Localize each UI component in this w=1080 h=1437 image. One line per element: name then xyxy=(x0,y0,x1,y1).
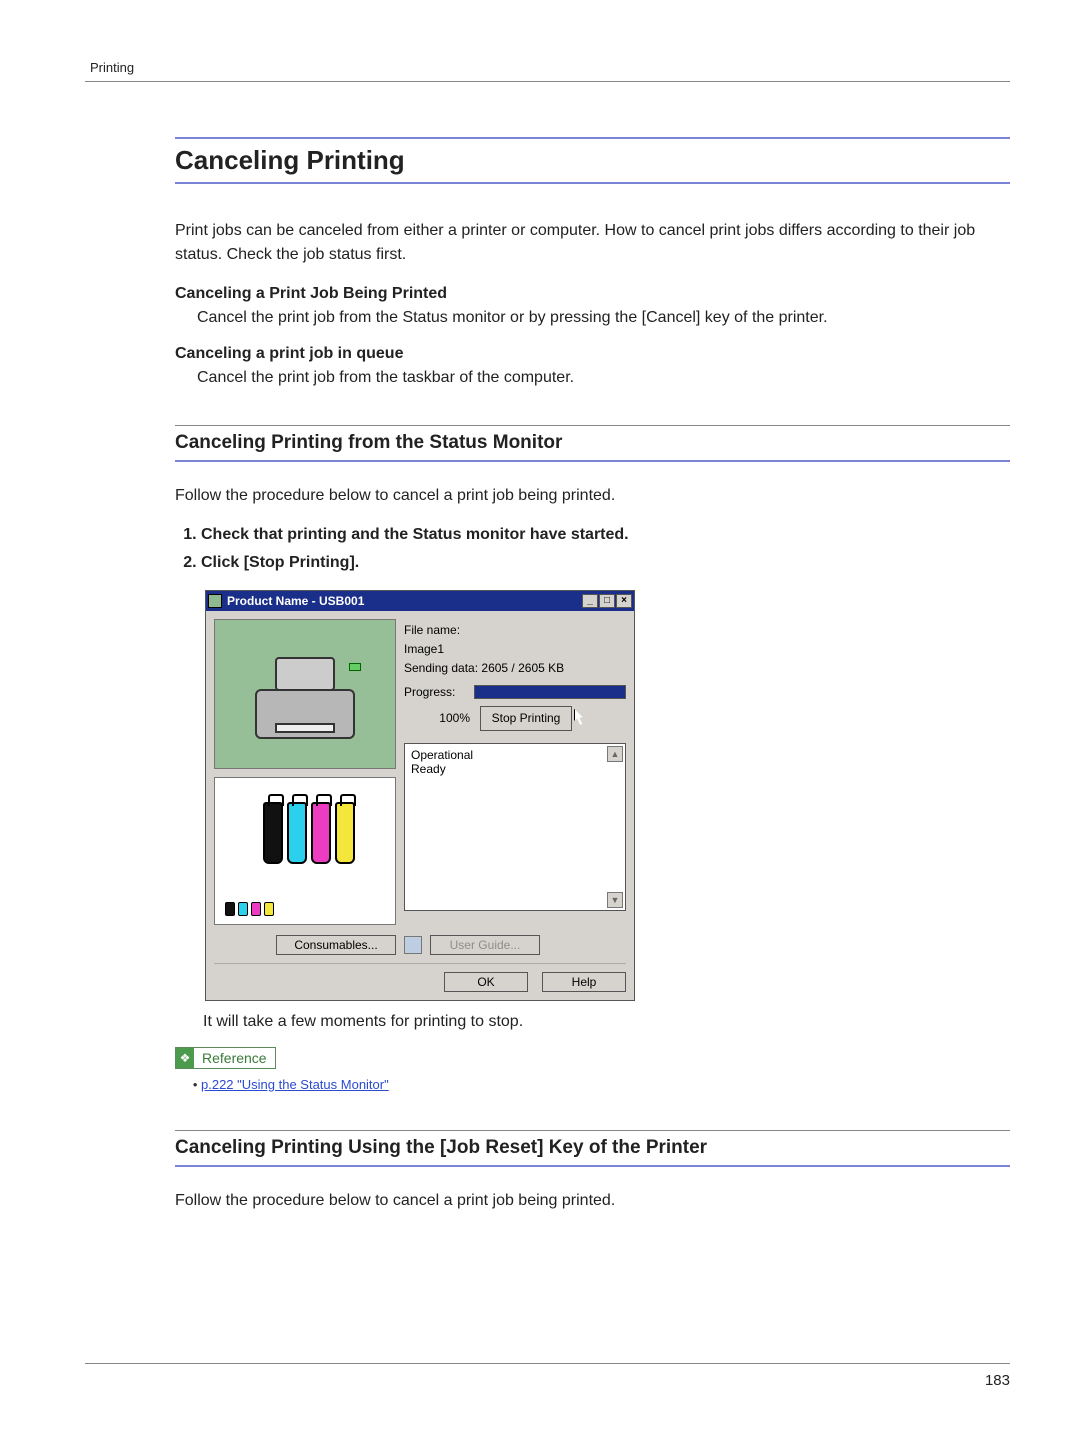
printer-illustration xyxy=(214,619,396,769)
h2-job-reset: Canceling Printing Using the [Job Reset]… xyxy=(175,1130,1010,1167)
help-button[interactable]: Help xyxy=(542,972,626,992)
status-line-1: Operational xyxy=(411,748,619,762)
sm-info-panel: File name: Image1 Sending data: 2605 / 2… xyxy=(404,619,626,733)
reference-label: Reference xyxy=(194,1050,275,1066)
ink-yellow-icon xyxy=(335,802,355,864)
mini-ink-magenta-icon xyxy=(251,902,261,916)
h2b-lead: Follow the procedure below to cancel a p… xyxy=(175,1189,1010,1213)
page-footer: 183 xyxy=(85,1363,1010,1389)
scroll-down-button[interactable]: ▼ xyxy=(607,892,623,908)
post-step-note: It will take a few moments for printing … xyxy=(203,1013,1010,1031)
progress-fill xyxy=(475,686,625,698)
steps-list: Check that printing and the Status monit… xyxy=(175,526,1010,572)
page-number: 183 xyxy=(985,1372,1010,1389)
ink-black-icon xyxy=(263,802,283,864)
maximize-button[interactable]: □ xyxy=(599,594,615,608)
h2a-lead: Follow the procedure below to cancel a p… xyxy=(175,484,1010,508)
subhead-queue: Canceling a print job in queue xyxy=(175,345,1010,363)
reference-icon: ❖ xyxy=(176,1048,194,1068)
step-1: Check that printing and the Status monit… xyxy=(201,526,1010,544)
consumables-button[interactable]: Consumables... xyxy=(276,935,396,955)
h2-status-monitor-title: Canceling Printing from the Status Monit… xyxy=(175,432,1010,454)
status-monitor-window: Product Name - USB001 _ □ × xyxy=(205,590,635,1001)
status-line-2: Ready xyxy=(411,762,619,776)
file-name-value: Image1 xyxy=(404,640,626,659)
mini-ink-yellow-icon xyxy=(264,902,274,916)
sm-window-title: Product Name - USB001 xyxy=(227,594,581,608)
page-title: Canceling Printing xyxy=(175,145,1010,176)
reference-badge: ❖ Reference xyxy=(175,1047,276,1069)
progress-label: Progress: xyxy=(404,683,470,702)
sending-data: Sending data: 2605 / 2605 KB xyxy=(404,659,626,678)
guide-icon xyxy=(404,936,422,954)
h2-job-reset-title: Canceling Printing Using the [Job Reset]… xyxy=(175,1137,1010,1159)
status-text-box: Operational Ready ▲ ▼ xyxy=(404,743,626,911)
h2-status-monitor: Canceling Printing from the Status Monit… xyxy=(175,425,1010,462)
h1-block: Canceling Printing xyxy=(175,137,1010,184)
step-2: Click [Stop Printing]. xyxy=(201,554,1010,572)
progress-bar xyxy=(474,685,626,699)
printer-icon xyxy=(245,649,365,739)
close-button[interactable]: × xyxy=(616,594,632,608)
mini-ink-black-icon xyxy=(225,902,235,916)
scroll-up-button[interactable]: ▲ xyxy=(607,746,623,762)
window-icon xyxy=(208,594,222,608)
ink-cyan-icon xyxy=(287,802,307,864)
progress-value: 100% xyxy=(404,709,470,728)
ink-levels-panel xyxy=(214,777,396,925)
subbody-printed: Cancel the print job from the Status mon… xyxy=(197,309,1010,327)
sm-titlebar: Product Name - USB001 _ □ × xyxy=(206,591,634,611)
ink-magenta-icon xyxy=(311,802,331,864)
intro-paragraph: Print jobs can be canceled from either a… xyxy=(175,219,1010,267)
reference-link[interactable]: p.222 "Using the Status Monitor" xyxy=(201,1077,389,1092)
stop-printing-button[interactable]: Stop Printing xyxy=(480,706,572,731)
subbody-queue: Cancel the print job from the taskbar of… xyxy=(197,369,1010,387)
file-name-label: File name: xyxy=(404,621,626,640)
user-guide-button[interactable]: User Guide... xyxy=(430,935,540,955)
minimize-button[interactable]: _ xyxy=(582,594,598,608)
top-rule xyxy=(85,81,1010,82)
ok-button[interactable]: OK xyxy=(444,972,528,992)
mini-ink-cyan-icon xyxy=(238,902,248,916)
subhead-printed: Canceling a Print Job Being Printed xyxy=(175,285,1010,303)
running-header: Printing xyxy=(85,60,1010,75)
reference-list: p.222 "Using the Status Monitor" xyxy=(175,1077,1010,1092)
